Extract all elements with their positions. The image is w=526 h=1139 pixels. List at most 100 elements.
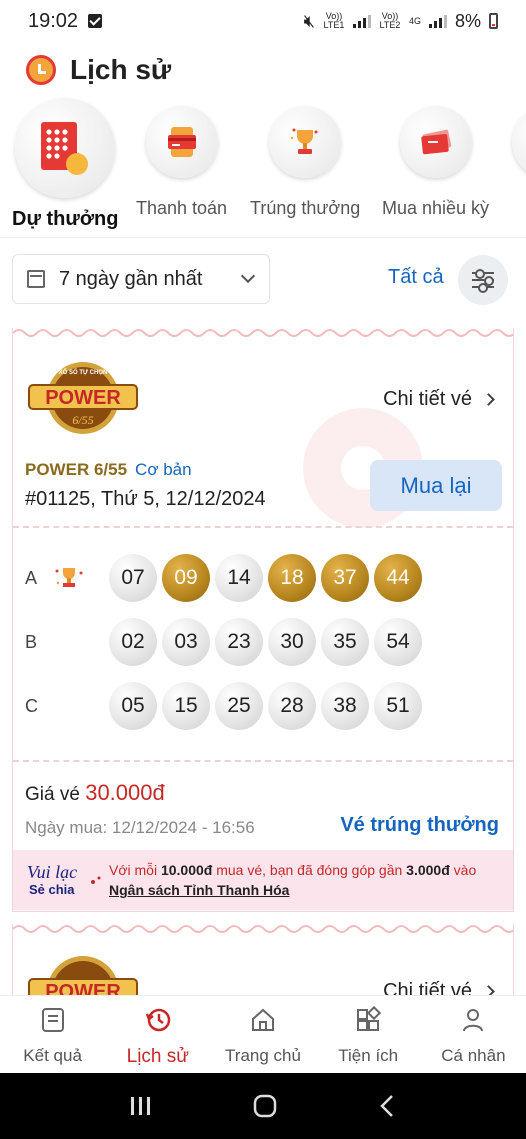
svg-text:XỔ SỐ TỰ CHỌN: XỔ SỐ TỰ CHỌN xyxy=(59,369,108,376)
tab-thanh-toan[interactable]: Thanh toán xyxy=(136,98,227,219)
donation-target-link[interactable]: Ngân sách Tỉnh Thanh Hóa xyxy=(109,882,289,898)
chevron-down-icon xyxy=(240,268,256,284)
tab-trung-thuong-label: Trúng thưởng xyxy=(250,198,361,218)
history-icon xyxy=(145,1008,171,1032)
tab-du-thuong[interactable]: Dự thưởng xyxy=(12,98,119,231)
nav-label: Cá nhân xyxy=(441,1046,506,1065)
price-value: 30.000đ xyxy=(85,780,165,805)
payment-card-icon xyxy=(145,106,218,178)
recent-apps-icon[interactable] xyxy=(129,1095,153,1117)
svg-text:POWER: POWER xyxy=(45,387,121,409)
tab-du-thuong-label: Dự thưởng xyxy=(12,208,119,230)
number-ball: 23 xyxy=(215,618,263,666)
trophy-icon xyxy=(269,106,342,178)
number-ball: 25 xyxy=(215,682,263,730)
bottom-navigation: Kết quả Lịch sử Trang chủ Tiện ích Cá nh… xyxy=(0,995,526,1073)
ticket-divider xyxy=(13,526,513,528)
row-label: B xyxy=(25,631,38,652)
game-name: POWER 6/55 xyxy=(25,460,128,479)
partial-tab-icon xyxy=(512,106,526,178)
donation-amount: 10.000đ xyxy=(160,862,213,878)
number-ball: 15 xyxy=(162,682,210,730)
ticket-price: Giá vé 30.000đ xyxy=(25,780,165,806)
winning-number-ball: 44 xyxy=(374,554,422,602)
number-ball: 14 xyxy=(215,554,263,602)
number-row-b: B 02 03 23 30 35 54 xyxy=(25,618,425,666)
filter-settings-button[interactable] xyxy=(458,255,508,305)
rebuy-button[interactable]: Mua lại xyxy=(370,460,502,511)
nav-tien-ich[interactable]: Tiện ích xyxy=(316,996,421,1073)
nav-label: Kết quả xyxy=(23,1046,82,1065)
trophy-icon xyxy=(55,568,83,587)
date-range-dropdown[interactable]: 7 ngày gần nhất xyxy=(12,254,270,304)
signal1-icon xyxy=(352,14,371,28)
power-655-logo: POWER XỔ SỐ TỰ CHỌN 6/55 xyxy=(28,362,138,434)
ticket-detail-link[interactable]: Chi tiết vé xyxy=(383,388,495,411)
number-ball: 51 xyxy=(374,682,422,730)
tickets-icon xyxy=(399,106,472,178)
nav-label: Lịch sử xyxy=(126,1046,189,1067)
ticket-detail-label: Chi tiết vé xyxy=(383,388,472,410)
nav-label: Trang chủ xyxy=(225,1046,301,1065)
system-navigation-bar xyxy=(0,1073,526,1139)
ticket-edge xyxy=(13,925,513,933)
tab-mua-nhieu-ky[interactable]: Mua nhiều kỳ xyxy=(382,98,489,219)
number-balls: 07 09 14 18 37 44 xyxy=(109,554,422,602)
number-balls: 02 03 23 30 35 54 xyxy=(109,618,422,666)
number-ball: 02 xyxy=(109,618,157,666)
screen: 19:02 🔇︎ Vo)) LTE1 Vo)) LTE2 4G 8% Lịch … xyxy=(0,0,526,1139)
sim2-label: Vo)) LTE2 xyxy=(379,11,401,30)
history-icon xyxy=(26,55,56,85)
calendar-icon xyxy=(27,270,45,288)
status-time: 19:02 xyxy=(28,9,79,32)
game-info: POWER 6/55 Cơ bản xyxy=(25,460,192,480)
battery-percent: 8% xyxy=(454,10,481,31)
donation-text-part: mua vé, bạn đã đóng góp gần xyxy=(212,862,407,878)
number-ball: 54 xyxy=(374,618,422,666)
donation-text-part: Với mỗi xyxy=(109,862,161,878)
svg-text:Vui lạc: Vui lạc xyxy=(27,862,77,882)
date-range-value: 7 ngày gần nhất xyxy=(59,267,203,290)
number-ball: 28 xyxy=(268,682,316,730)
ticket-card: POWER XỔ SỐ TỰ CHỌN 6/55 Chi tiết vé POW… xyxy=(12,328,514,912)
battery-icon xyxy=(489,13,498,29)
nav-trang-chu[interactable]: Trang chủ xyxy=(210,996,315,1073)
donation-banner: Vui lạc Sẻ chia Với mỗi 10.000đ mua vé, … xyxy=(13,850,513,910)
purchase-date: Ngày mua: 12/12/2024 - 16:56 xyxy=(25,818,255,837)
page-title: Lịch sử xyxy=(70,54,172,85)
tab-trung-thuong[interactable]: Trúng thưởng xyxy=(250,98,360,219)
tab-next-partial[interactable]: N xyxy=(512,98,526,219)
sim1-label: Vo)) LTE1 xyxy=(323,11,345,30)
category-tabs: Dự thưởng Thanh toán Trúng thưởng Mua nh… xyxy=(0,98,526,238)
results-icon xyxy=(41,1008,64,1032)
sliders-icon xyxy=(472,269,494,279)
number-ball: 38 xyxy=(321,682,369,730)
row-label: C xyxy=(25,695,38,716)
home-button-icon[interactable] xyxy=(252,1093,278,1119)
number-row-c: C 05 15 25 28 38 51 xyxy=(25,682,425,730)
page-header: Lịch sử xyxy=(0,42,526,98)
profile-icon xyxy=(463,1009,484,1032)
network-label: 4G xyxy=(408,15,421,26)
nav-ca-nhan[interactable]: Cá nhân xyxy=(421,996,526,1073)
winning-ticket-link[interactable]: Vé trúng thưởng xyxy=(340,814,499,837)
ticket-divider xyxy=(13,760,513,762)
status-indicators: 🔇︎ Vo)) LTE1 Vo)) LTE2 4G 8% xyxy=(304,11,498,32)
winning-number-ball: 18 xyxy=(268,554,316,602)
nav-ket-qua[interactable]: Kết quả xyxy=(0,996,105,1073)
number-ball: 03 xyxy=(162,618,210,666)
ticket-card: POWER Chi tiết vé xyxy=(12,924,514,1028)
nav-label: Tiện ích xyxy=(338,1046,399,1065)
chevron-right-icon xyxy=(482,393,495,406)
donation-text: Với mỗi 10.000đ mua vé, bạn đã đóng góp … xyxy=(109,860,476,900)
lottery-ticket-icon xyxy=(15,98,116,198)
donation-amount: 3.000đ xyxy=(406,862,450,878)
back-icon[interactable] xyxy=(377,1093,397,1119)
tab-mua-nhieu-ky-label: Mua nhiều kỳ xyxy=(382,198,490,218)
draw-info: #01125, Thứ 5, 12/12/2024 xyxy=(25,488,266,510)
nav-lich-su[interactable]: Lịch sử xyxy=(105,996,210,1073)
home-icon xyxy=(252,1008,274,1031)
svg-text:6/55: 6/55 xyxy=(72,413,93,427)
all-filter-link[interactable]: Tất cả xyxy=(388,266,444,289)
row-label: A xyxy=(25,567,38,588)
